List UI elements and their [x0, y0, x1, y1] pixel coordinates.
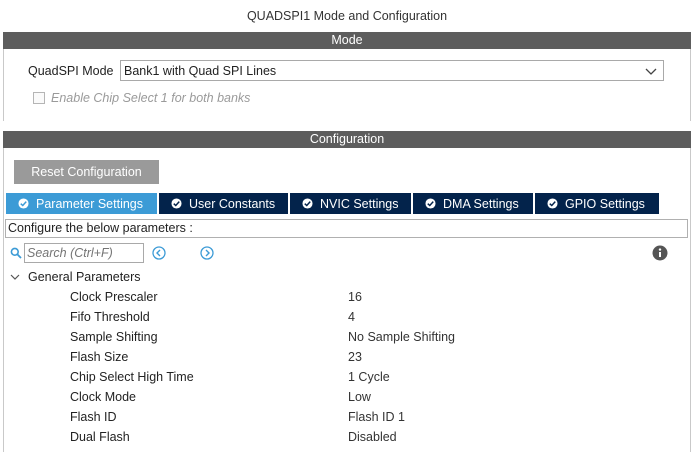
- param-row-chip-select-high-time[interactable]: Chip Select High Time 1 Cycle: [70, 367, 670, 387]
- search-icon: [10, 247, 22, 259]
- window-title: QUADSPI1 Mode and Configuration: [0, 0, 694, 32]
- check-circle-icon: [547, 198, 558, 209]
- search-bar: [10, 243, 686, 263]
- arrow-left-circle-icon[interactable]: [152, 246, 166, 260]
- param-row-flash-id[interactable]: Flash ID Flash ID 1: [70, 407, 670, 427]
- config-tabs: Parameter Settings User Constants NVIC S…: [6, 193, 659, 214]
- tab-label: NVIC Settings: [320, 196, 399, 211]
- configuration-section-header: Configuration: [3, 131, 691, 148]
- quadspi-mode-row: QuadSPI Mode: [28, 61, 117, 81]
- param-value[interactable]: Disabled: [348, 427, 397, 447]
- param-row-flash-size[interactable]: Flash Size 23: [70, 347, 670, 367]
- check-circle-icon: [18, 198, 29, 209]
- tab-parameter-settings[interactable]: Parameter Settings: [6, 193, 159, 214]
- group-label: General Parameters: [28, 270, 141, 284]
- param-row-dual-flash[interactable]: Dual Flash Disabled: [70, 427, 670, 447]
- param-row-clock-mode[interactable]: Clock Mode Low: [70, 387, 670, 407]
- quadspi-mode-value: Bank1 with Quad SPI Lines: [124, 63, 277, 78]
- param-name: Sample Shifting: [70, 330, 158, 344]
- param-row-clock-prescaler[interactable]: Clock Prescaler 16: [70, 287, 670, 307]
- caret-down-icon[interactable]: [10, 272, 20, 282]
- tab-label: DMA Settings: [443, 196, 519, 211]
- chip-select-label: Enable Chip Select 1 for both banks: [51, 91, 251, 105]
- quadspi-mode-label: QuadSPI Mode: [28, 64, 114, 78]
- info-icon[interactable]: [652, 245, 668, 261]
- check-circle-icon: [302, 198, 313, 209]
- tab-dma-settings[interactable]: DMA Settings: [413, 193, 535, 214]
- param-value[interactable]: Flash ID 1: [348, 407, 405, 427]
- param-value[interactable]: No Sample Shifting: [348, 327, 455, 347]
- param-value[interactable]: 4: [348, 307, 355, 327]
- tab-label: GPIO Settings: [565, 196, 645, 211]
- tab-user-constants[interactable]: User Constants: [159, 193, 290, 214]
- param-name: Clock Prescaler: [70, 290, 158, 304]
- param-value[interactable]: 23: [348, 347, 362, 367]
- general-parameters-group[interactable]: General Parameters: [10, 269, 141, 285]
- param-value[interactable]: 16: [348, 287, 362, 307]
- search-input[interactable]: [24, 243, 144, 263]
- check-circle-icon: [171, 198, 182, 209]
- param-row-fifo-threshold[interactable]: Fifo Threshold 4: [70, 307, 670, 327]
- param-row-sample-shifting[interactable]: Sample Shifting No Sample Shifting: [70, 327, 670, 347]
- param-value[interactable]: 1 Cycle: [348, 367, 390, 387]
- tab-nvic-settings[interactable]: NVIC Settings: [290, 193, 413, 214]
- configure-hint: Configure the below parameters :: [5, 219, 688, 238]
- param-name: Flash Size: [70, 350, 129, 364]
- param-value[interactable]: Low: [348, 387, 371, 407]
- param-name: Dual Flash: [70, 430, 130, 444]
- chevron-down-icon: [645, 68, 657, 75]
- quadspi-mode-select[interactable]: Bank1 with Quad SPI Lines: [120, 60, 664, 81]
- reset-configuration-button[interactable]: Reset Configuration: [14, 160, 159, 184]
- param-name: Clock Mode: [70, 390, 136, 404]
- check-circle-icon: [425, 198, 436, 209]
- mode-section-header: Mode: [3, 32, 691, 49]
- param-name: Flash ID: [70, 410, 117, 424]
- param-name: Fifo Threshold: [70, 310, 150, 324]
- tab-label: Parameter Settings: [36, 196, 143, 211]
- arrow-right-circle-icon[interactable]: [200, 246, 214, 260]
- tab-gpio-settings[interactable]: GPIO Settings: [535, 193, 659, 214]
- param-name: Chip Select High Time: [70, 370, 194, 384]
- tab-label: User Constants: [189, 196, 276, 211]
- chip-select-option[interactable]: Enable Chip Select 1 for both banks: [33, 90, 250, 106]
- chip-select-checkbox[interactable]: [33, 92, 45, 104]
